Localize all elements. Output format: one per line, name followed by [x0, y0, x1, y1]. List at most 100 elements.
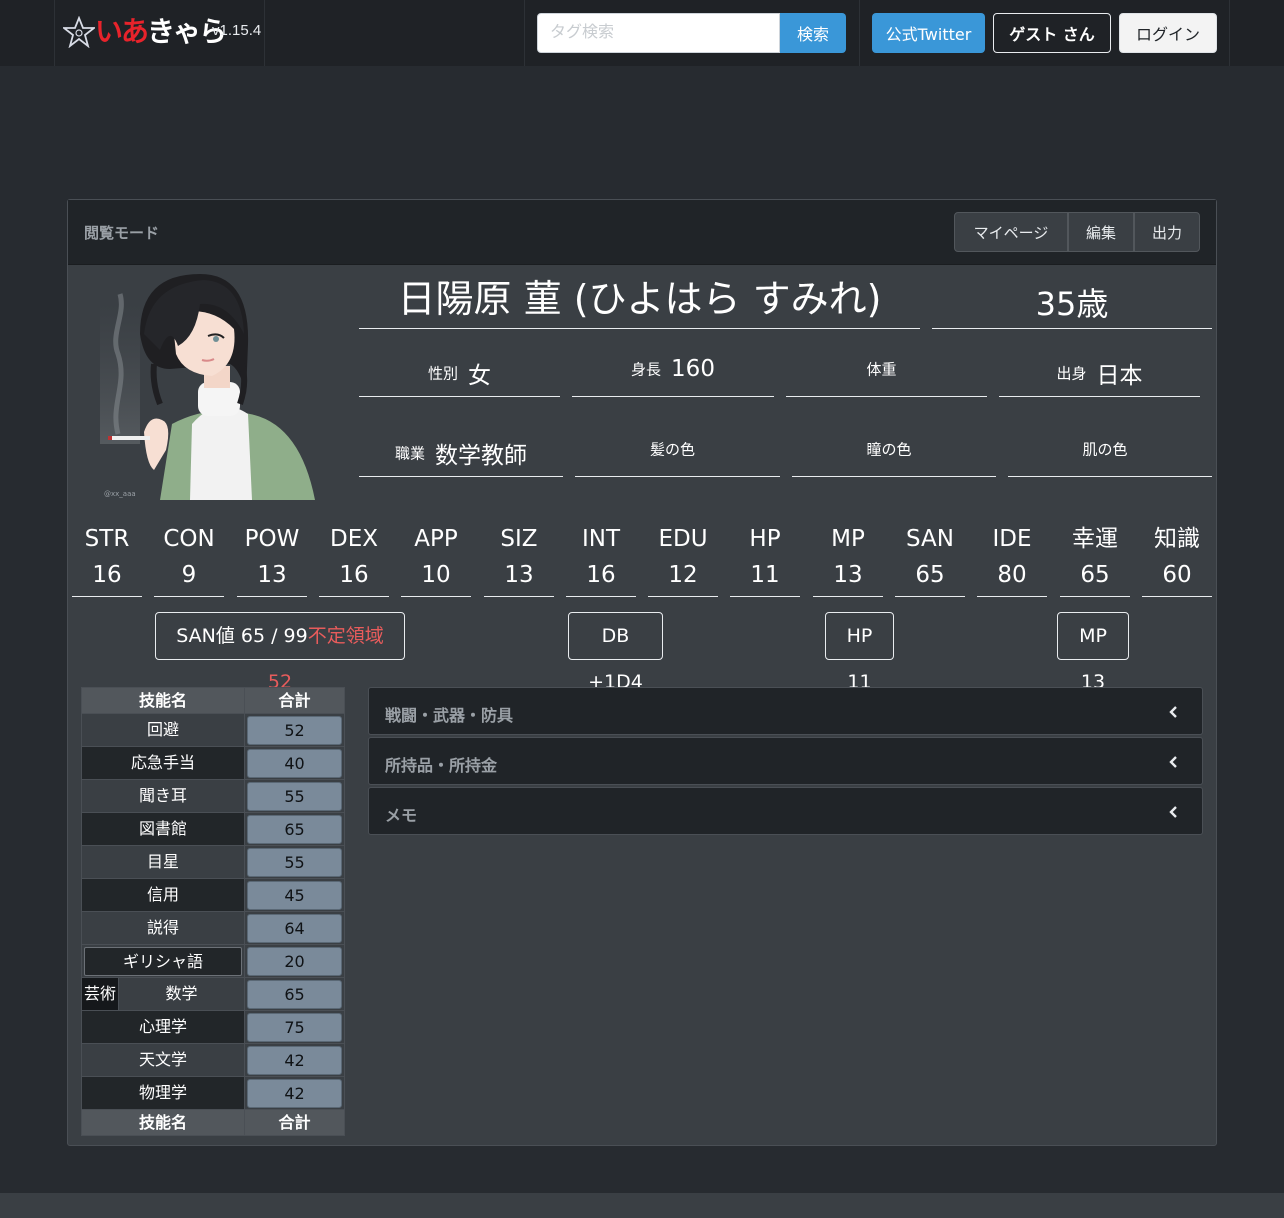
skill-name: 天文学 — [81, 1043, 245, 1077]
table-row: 目星 55 — [81, 845, 345, 879]
skill-total-header: 合計 — [244, 1109, 345, 1136]
accordion-memo[interactable]: メモ — [368, 787, 1203, 835]
skill-total: 55 — [247, 782, 342, 811]
stat-label: HP — [749, 526, 781, 552]
table-row: 物理学 42 — [81, 1076, 345, 1110]
chevron-left-icon — [1169, 806, 1177, 818]
table-row: 説得 64 — [81, 911, 345, 945]
skill-name-header: 技能名 — [81, 687, 245, 714]
search-button[interactable]: 検索 — [780, 13, 846, 53]
stat-label: IDE — [992, 526, 1032, 552]
table-row: 信用 45 — [81, 878, 345, 912]
skill-total: 65 — [247, 980, 342, 1009]
character-age: 35歳 — [932, 278, 1212, 329]
character-name: 日陽原 菫 (ひよはら すみれ) — [359, 270, 920, 329]
stat-label: STR — [84, 526, 130, 552]
mp-box: MP 13 — [1057, 612, 1129, 693]
attribute-gender: 性別女 — [359, 356, 560, 397]
character-sheet-card: 閲覧モード マイページ 編集 出力 @xx_aaa 日陽原 菫 (ひよはら すみ… — [67, 199, 1217, 1146]
stat-siz: SIZ 13 — [484, 522, 554, 597]
guest-user-button[interactable]: ゲスト さん — [993, 13, 1111, 53]
skill-name-header: 技能名 — [81, 1109, 245, 1136]
stat-label: INT — [581, 526, 621, 552]
skill-prefix: 芸術 — [81, 977, 119, 1011]
stat-dex: DEX 16 — [319, 522, 389, 597]
accordion-belongings[interactable]: 所持品・所持金 — [368, 737, 1203, 785]
attribute-birthplace: 出身 日本 — [999, 356, 1200, 397]
stat-int: INT 16 — [566, 522, 636, 597]
skill-name-cell: ギリシャ語 — [81, 944, 245, 978]
top-navbar: いあきゃら v1.15.4 検索 公式Twitter ゲスト さん ログイン — [0, 0, 1284, 66]
hp-box: HP 11 — [825, 612, 894, 693]
attribute-label: 髪の色 — [649, 440, 695, 459]
brand[interactable]: いあきゃら v1.15.4 — [54, 0, 265, 66]
stat-label: 幸運 — [1072, 526, 1118, 552]
official-twitter-button[interactable]: 公式Twitter — [872, 13, 985, 53]
stat-value: 13 — [504, 562, 534, 588]
stat-edu: EDU 12 — [648, 522, 718, 597]
login-button[interactable]: ログイン — [1119, 13, 1217, 53]
stat-san: SAN 65 — [895, 522, 965, 597]
skill-name: 回避 — [81, 713, 245, 747]
stat-value: 13 — [833, 562, 863, 588]
character-portrait[interactable]: @xx_aaa — [100, 274, 320, 500]
edit-button[interactable]: 編集 — [1068, 212, 1134, 252]
nav-divider — [859, 0, 860, 66]
stat-label: DEX — [330, 526, 378, 552]
accordion-title: メモ — [385, 806, 418, 825]
star-logo-icon — [63, 16, 95, 48]
stat-mp: MP 13 — [813, 522, 883, 597]
attribute-height: 身長 160 — [572, 356, 774, 397]
attribute-label: 職業 — [394, 444, 425, 463]
stat-label: 知識 — [1154, 526, 1200, 552]
table-row: 天文学 42 — [81, 1043, 345, 1077]
skill-name: 聞き耳 — [81, 779, 245, 813]
stat-luck: 幸運 65 — [1060, 522, 1130, 597]
accordion-title: 戦闘・武器・防具 — [385, 706, 514, 725]
stat-value: 16 — [92, 562, 122, 588]
stat-value: 12 — [668, 562, 698, 588]
skill-total: 64 — [247, 914, 342, 943]
stat-con: CON 9 — [154, 522, 224, 597]
skill-total: 52 — [247, 716, 342, 745]
stat-value: 9 — [181, 562, 197, 588]
export-button[interactable]: 出力 — [1134, 212, 1200, 252]
skill-total: 75 — [247, 1013, 342, 1042]
stat-hp: HP 11 — [730, 522, 800, 597]
mypage-button[interactable]: マイページ — [954, 212, 1068, 252]
stat-label: CON — [163, 526, 215, 552]
tag-search-input[interactable] — [537, 13, 780, 53]
table-row: 図書館 65 — [81, 812, 345, 846]
skill-total: 45 — [247, 881, 342, 910]
attribute-value: 数学教師 — [435, 443, 527, 469]
stat-value: 65 — [1080, 562, 1110, 588]
skill-name: 心理学 — [81, 1010, 245, 1044]
portrait-signature: @xx_aaa — [104, 490, 136, 498]
accordion-combat[interactable]: 戦闘・武器・防具 — [368, 687, 1203, 735]
attribute-label: 出身 — [1056, 364, 1087, 383]
san-value-box: SAN値 65 / 99不定領域 52 — [155, 612, 405, 693]
stat-value: 80 — [997, 562, 1027, 588]
view-mode-label: 閲覧モード — [84, 224, 160, 242]
attribute-hair-color: 髪の色 — [575, 436, 780, 477]
skill-name: 図書館 — [81, 812, 245, 846]
footer-bar — [0, 1193, 1284, 1218]
attribute-value: 女 — [468, 363, 491, 389]
skill-name: 数学 — [118, 977, 245, 1011]
skill-total-header: 合計 — [244, 687, 345, 714]
stat-ide: IDE 80 — [977, 522, 1047, 597]
attribute-value: 160 — [671, 356, 715, 382]
attribute-value: 日本 — [1096, 363, 1143, 389]
skill-name: 応急手当 — [81, 746, 245, 780]
brand-logo-text: いあきゃら — [95, 15, 227, 48]
accordion-title: 所持品・所持金 — [385, 756, 498, 775]
stat-label: SAN — [906, 526, 954, 552]
stat-value: 11 — [750, 562, 780, 588]
table-row: ギリシャ語 20 — [81, 944, 345, 978]
stat-label: SIZ — [500, 526, 538, 552]
card-header: 閲覧モード マイページ 編集 出力 — [68, 200, 1216, 265]
table-row: 心理学 75 — [81, 1010, 345, 1044]
skill-total: 40 — [247, 749, 342, 778]
stat-label: EDU — [658, 526, 708, 552]
skills-table: 技能名 合計 回避 52 応急手当 40 聞き耳 55 図書館 65 目星 55… — [81, 687, 345, 1136]
